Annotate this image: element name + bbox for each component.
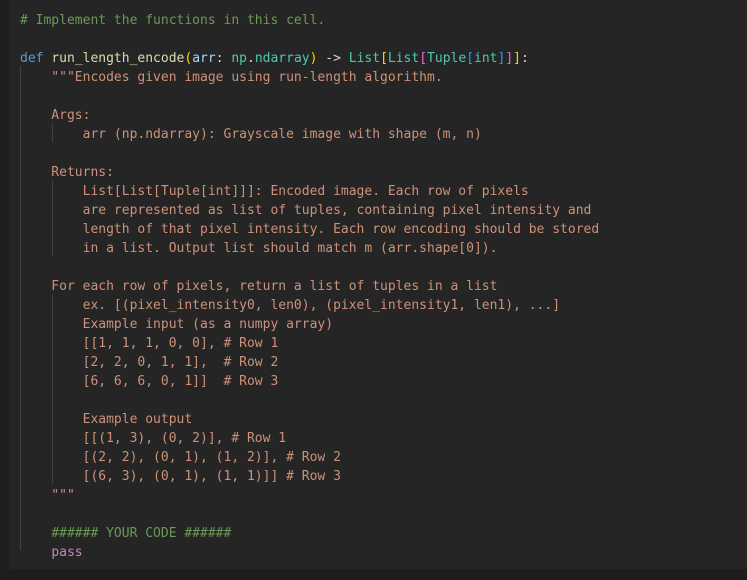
docstring-line-7: are represented as list of tuples, conta… xyxy=(0,201,747,220)
bracket-close-2: ] xyxy=(505,51,514,66)
comment-text: # Implement the functions in this cell. xyxy=(20,13,326,28)
docstring-text: [6, 6, 6, 0, 1]] # Row 3 xyxy=(20,374,279,389)
bracket-open-2: [ xyxy=(419,51,428,66)
bracket-open-1: [ xyxy=(380,51,388,66)
docstring-line-1 xyxy=(0,87,747,106)
docstring-block: """Encodes given image using run-length … xyxy=(0,68,747,505)
docstring-text: arr (np.ndarray): Grayscale image with s… xyxy=(20,127,482,142)
docstring-line-8: length of that pixel intensity. Each row… xyxy=(0,220,747,239)
docstring-text: [(6, 3), (0, 1), (1, 1)]] # Row 3 xyxy=(20,469,341,484)
code-content[interactable]: # Implement the functions in this cell. … xyxy=(0,0,747,580)
docstring-line-18: Example output xyxy=(0,410,747,429)
docstring-text: Example output xyxy=(20,412,193,427)
docstring-line-9: in a list. Output list should match m (a… xyxy=(0,239,747,258)
bracket-close-1: ] xyxy=(513,51,521,66)
return-type-tuple: Tuple xyxy=(427,51,467,66)
docstring-line-17 xyxy=(0,391,747,410)
docstring-line-open: """Encodes given image using run-length … xyxy=(0,68,747,87)
docstring-text: [[1, 1, 1, 0, 0], # Row 1 xyxy=(20,336,279,351)
docstring-line-20: [(2, 2), (0, 1), (1, 2)], # Row 2 xyxy=(0,448,747,467)
your-code-comment-text: ###### YOUR CODE ###### xyxy=(51,526,232,541)
docstring-line-4 xyxy=(0,144,747,163)
bracket-open-3: [ xyxy=(466,51,475,66)
pass-keyword: pass xyxy=(51,545,83,560)
function-name: run_length_encode xyxy=(51,51,185,66)
docstring-line-14: [[1, 1, 1, 0, 0], # Row 1 xyxy=(0,334,747,353)
def-colon: : xyxy=(520,51,529,66)
docstring-text: For each row of pixels, return a list of… xyxy=(20,279,498,294)
docstring-line-12: ex. [(pixel_intensity0, len0), (pixel_in… xyxy=(0,296,747,315)
docstring-line-close: """ xyxy=(0,486,747,505)
def-keyword: def xyxy=(20,51,44,66)
docstring-text: Returns: xyxy=(20,165,114,180)
docstring-line-16: [6, 6, 6, 0, 1]] # Row 3 xyxy=(0,372,747,391)
code-line-blank-end xyxy=(0,505,747,524)
return-arrow: -> xyxy=(317,51,349,66)
docstring-line-13: Example input (as a numpy array) xyxy=(0,315,747,334)
param-type-module: np xyxy=(231,51,247,66)
docstring-text: length of that pixel intensity. Each row… xyxy=(20,222,600,237)
docstring-line-11: For each row of pixels, return a list of… xyxy=(0,277,747,296)
code-line-blank-1 xyxy=(0,30,747,49)
docstring-text: [2, 2, 0, 1, 1], # Row 2 xyxy=(20,355,279,370)
docstring-line-6: List[List[Tuple[int]]]: Encoded image. E… xyxy=(0,182,747,201)
docstring-line-21: [(6, 3), (0, 1), (1, 1)]] # Row 3 xyxy=(0,467,747,486)
param-colon: : xyxy=(215,51,232,66)
docstring-text: """Encodes given image using run-length … xyxy=(20,70,443,85)
docstring-text: [[(1, 3), (0, 2)], # Row 1 xyxy=(20,431,287,446)
docstring-text: [(2, 2), (0, 1), (1, 2)], # Row 2 xyxy=(20,450,341,465)
code-line-comment-header: # Implement the functions in this cell. xyxy=(0,11,747,30)
return-type-list-inner: List xyxy=(387,51,420,66)
code-line-your-code-comment: ###### YOUR CODE ###### xyxy=(0,524,747,543)
param-type-name: ndarray xyxy=(254,51,310,66)
return-type-int: int xyxy=(474,51,498,66)
code-line-def: def run_length_encode(arr: np.ndarray) -… xyxy=(0,49,747,68)
docstring-line-15: [2, 2, 0, 1, 1], # Row 2 xyxy=(0,353,747,372)
docstring-line-2: Args: xyxy=(0,106,747,125)
docstring-line-19: [[(1, 3), (0, 2)], # Row 1 xyxy=(0,429,747,448)
parameter-name: arr xyxy=(192,51,216,66)
docstring-text: List[List[Tuple[int]]]: Encoded image. E… xyxy=(20,184,529,199)
return-type-list-outer: List xyxy=(348,51,381,66)
code-line-pass: pass xyxy=(0,543,747,562)
docstring-text: are represented as list of tuples, conta… xyxy=(20,203,592,218)
docstring-line-5: Returns: xyxy=(0,163,747,182)
docstring-text: Example input (as a numpy array) xyxy=(20,317,334,332)
docstring-text: in a list. Output list should match m (a… xyxy=(20,241,498,256)
docstring-line-10 xyxy=(0,258,747,277)
code-editor[interactable]: # Implement the functions in this cell. … xyxy=(0,0,747,569)
docstring-text: """ xyxy=(20,488,75,503)
docstring-line-3: arr (np.ndarray): Grayscale image with s… xyxy=(0,125,747,144)
docstring-text: Args: xyxy=(20,108,91,123)
param-type-dot: . xyxy=(247,51,255,66)
docstring-text: ex. [(pixel_intensity0, len0), (pixel_in… xyxy=(20,298,561,313)
